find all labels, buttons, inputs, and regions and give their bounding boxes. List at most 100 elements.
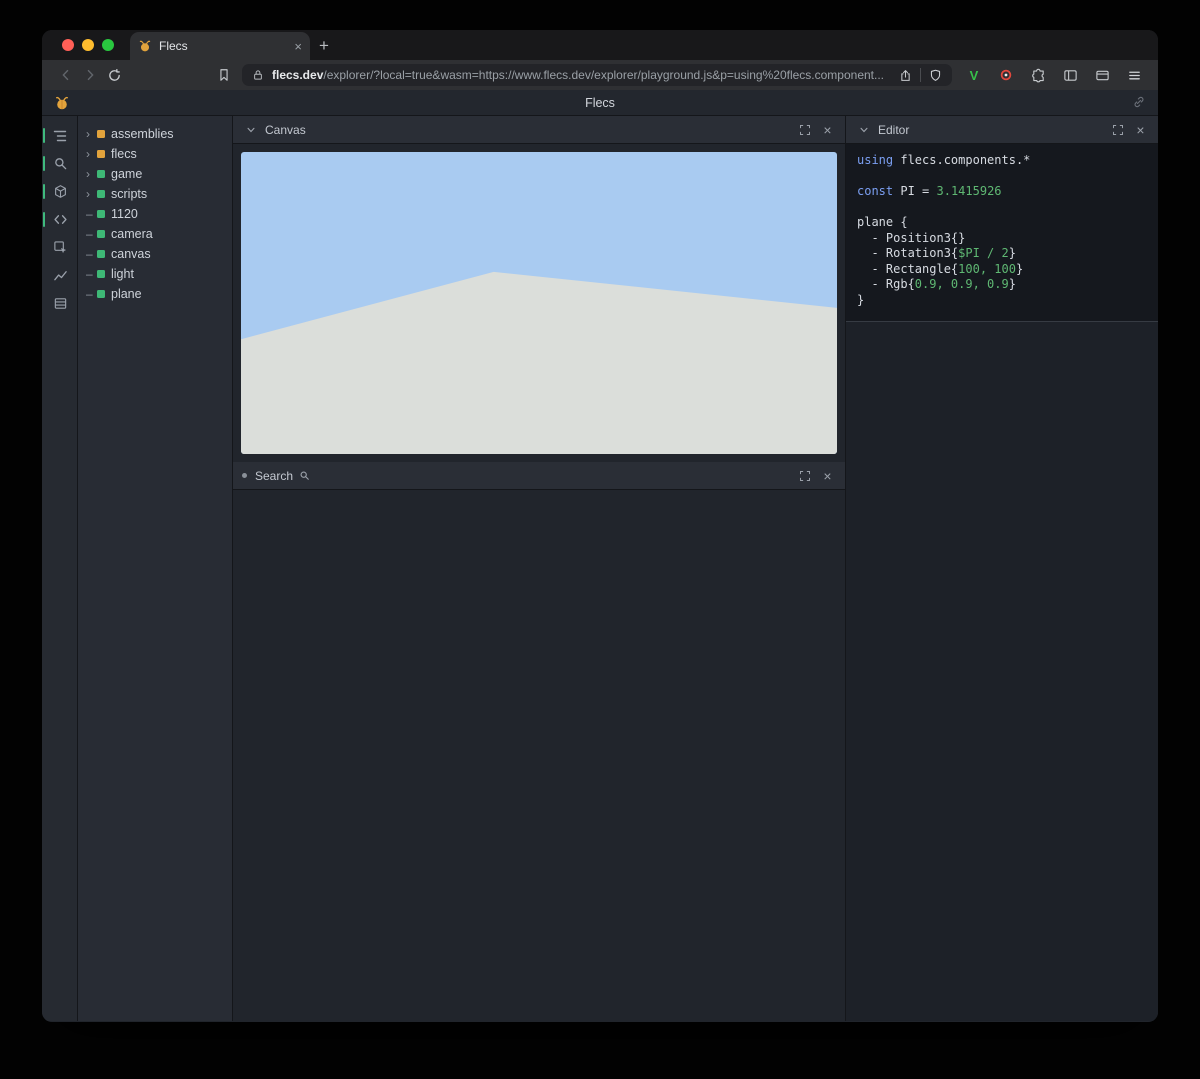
expand-chevron-icon[interactable]: › xyxy=(86,188,97,200)
zoom-window-button[interactable] xyxy=(102,39,114,51)
v-extension-icon: V xyxy=(970,68,979,83)
share-button[interactable] xyxy=(899,69,912,82)
canvas-close-button[interactable]: × xyxy=(819,121,836,138)
stats-chart-icon xyxy=(53,268,68,283)
search-expand-button[interactable] xyxy=(796,467,813,484)
tree-item-label: camera xyxy=(105,227,153,241)
browser-tab[interactable]: Flecs × xyxy=(130,32,310,60)
tree-item-flecs[interactable]: ›flecs xyxy=(78,144,232,164)
search-small-icon xyxy=(299,470,310,481)
share-icon xyxy=(899,69,912,82)
editor-expand-button[interactable] xyxy=(1109,121,1126,138)
search-panel-title: Search xyxy=(255,469,293,483)
desktop-background: Flecs × + flecs.dev/ xyxy=(0,0,1200,1079)
canvas-panel-title: Canvas xyxy=(265,123,306,137)
tree-item-label: 1120 xyxy=(105,207,138,221)
app-content: ›assemblies›flecs›game›scripts–1120–came… xyxy=(42,116,1158,1021)
card-icon xyxy=(1095,68,1110,83)
code-line: } xyxy=(857,293,1147,309)
sidebar-item-entity-tree[interactable] xyxy=(42,122,78,149)
tree-item-assemblies[interactable]: › assemblies xyxy=(78,124,232,144)
extension-record-button[interactable] xyxy=(994,63,1018,87)
tree-item-label: light xyxy=(105,267,134,281)
3d-scene xyxy=(241,152,837,454)
chevron-down-icon xyxy=(246,125,256,135)
package-icon xyxy=(53,184,68,199)
tree-item-plane[interactable]: –plane xyxy=(78,284,232,304)
url-text: flecs.dev/explorer/?local=true&wasm=http… xyxy=(272,68,891,82)
tree-item-game[interactable]: ›game xyxy=(78,164,232,184)
brave-shields-button[interactable] xyxy=(929,69,942,82)
entity-color-swatch xyxy=(97,230,105,238)
sidebar-item-inspect[interactable] xyxy=(42,234,78,261)
rows-table-icon xyxy=(53,296,68,311)
browser-toolbar: flecs.dev/explorer/?local=true&wasm=http… xyxy=(42,60,1158,90)
center-column: Canvas × xyxy=(233,116,846,1021)
expand-chevron-icon[interactable]: › xyxy=(86,128,97,140)
entity-tree-icon xyxy=(52,128,68,144)
url-domain: flecs.dev xyxy=(272,68,323,82)
url-bar[interactable]: flecs.dev/explorer/?local=true&wasm=http… xyxy=(242,64,952,86)
url-path: /explorer/?local=true&wasm=https://www.f… xyxy=(323,68,884,82)
code-line: const PI = 3.1415926 xyxy=(857,184,1147,200)
back-button[interactable] xyxy=(54,63,78,87)
tree-item-light[interactable]: –light xyxy=(78,264,232,284)
code-editor[interactable]: using flecs.components.* const PI = 3.14… xyxy=(846,144,1158,322)
leaf-dash-icon: – xyxy=(86,288,97,300)
editor-panel-title: Editor xyxy=(878,123,909,137)
share-link-button[interactable] xyxy=(1132,95,1146,109)
sidebar-item-data-rows[interactable] xyxy=(42,290,78,317)
sidebar-item-script-code[interactable] xyxy=(42,206,78,233)
url-bar-divider xyxy=(920,68,921,82)
close-window-button[interactable] xyxy=(62,39,74,51)
reload-button[interactable] xyxy=(102,63,126,87)
brave-shield-icon xyxy=(929,69,942,82)
extension-v-button[interactable]: V xyxy=(962,63,986,87)
tree-item-label: canvas xyxy=(105,247,151,261)
puzzle-icon xyxy=(1031,68,1046,83)
canvas-body xyxy=(233,144,845,462)
tree-item-label: assemblies xyxy=(105,127,174,141)
site-info-button[interactable] xyxy=(252,69,264,81)
entity-tree-panel: ›assemblies›flecs›game›scripts–1120–came… xyxy=(78,116,233,1021)
hamburger-icon xyxy=(1127,68,1142,83)
tab-close-icon[interactable]: × xyxy=(294,39,302,54)
editor-close-button[interactable]: × xyxy=(1132,121,1149,138)
menu-button[interactable] xyxy=(1122,63,1146,87)
new-tab-button[interactable]: + xyxy=(310,32,338,60)
code-line: - Rotation3{$PI / 2} xyxy=(857,246,1147,262)
entity-color-swatch xyxy=(97,210,105,218)
expand-chevron-icon[interactable]: › xyxy=(86,168,97,180)
sidebar-item-query-search[interactable] xyxy=(42,150,78,177)
inspect-cursor-icon xyxy=(53,240,68,255)
code-line xyxy=(857,200,1147,216)
sidebar-toggle-button[interactable] xyxy=(1058,63,1082,87)
toolbar-extensions-area: V xyxy=(962,63,1146,87)
forward-button[interactable] xyxy=(78,63,102,87)
wallet-button[interactable] xyxy=(1090,63,1114,87)
tree-item-scripts[interactable]: › scripts xyxy=(78,184,232,204)
entity-color-swatch xyxy=(97,150,105,158)
browser-window: Flecs × + flecs.dev/ xyxy=(42,30,1158,1022)
tree-item-label: scripts xyxy=(105,187,147,201)
leaf-dash-icon: – xyxy=(86,248,97,260)
tree-item-camera[interactable]: –camera xyxy=(78,224,232,244)
canvas-expand-button[interactable] xyxy=(796,121,813,138)
extensions-button[interactable] xyxy=(1026,63,1050,87)
forward-icon xyxy=(83,68,97,82)
icon-sidebar xyxy=(42,116,78,1021)
minimize-window-button[interactable] xyxy=(82,39,94,51)
editor-collapse-button[interactable] xyxy=(855,121,872,138)
tree-item-canvas[interactable]: –canvas xyxy=(78,244,232,264)
canvas-viewport[interactable] xyxy=(241,152,837,454)
flecs-logo-icon xyxy=(54,95,70,111)
sidebar-item-statistics[interactable] xyxy=(42,262,78,289)
bookmark-button[interactable] xyxy=(212,63,236,87)
sidebar-item-package[interactable] xyxy=(42,178,78,205)
tree-item-1120[interactable]: –1120 xyxy=(78,204,232,224)
code-line: plane { xyxy=(857,215,1147,231)
search-close-button[interactable]: × xyxy=(819,467,836,484)
back-icon xyxy=(59,68,73,82)
canvas-collapse-button[interactable] xyxy=(242,121,259,138)
expand-chevron-icon[interactable]: › xyxy=(86,148,97,160)
